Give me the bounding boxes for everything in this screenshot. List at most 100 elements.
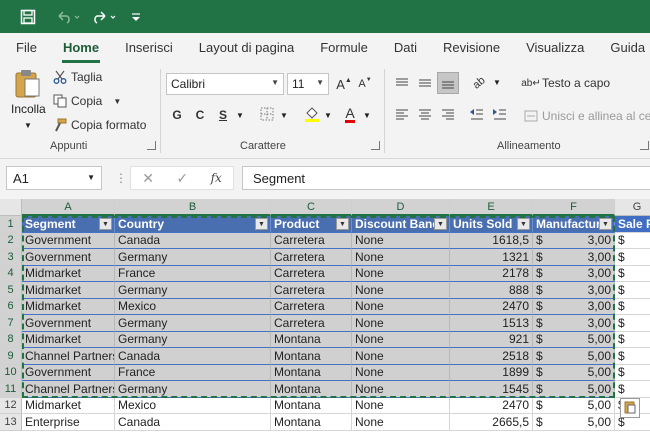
align-top-button[interactable] bbox=[391, 72, 413, 94]
align-right-button[interactable] bbox=[437, 104, 459, 126]
row-header[interactable]: 4 bbox=[0, 265, 22, 282]
table-cell[interactable]: 1899 bbox=[450, 364, 533, 381]
table-cell[interactable]: 921 bbox=[450, 331, 533, 348]
formula-input[interactable]: Segment bbox=[242, 166, 650, 190]
table-cell[interactable]: France bbox=[115, 265, 271, 282]
table-cell[interactable]: 888 bbox=[450, 282, 533, 299]
table-header-cell[interactable]: Segment ▼ bbox=[22, 216, 115, 233]
filter-dropdown-icon[interactable]: ▼ bbox=[434, 218, 447, 230]
table-cell[interactable]: $5,00 bbox=[533, 414, 615, 431]
save-icon[interactable] bbox=[0, 0, 42, 33]
table-cell[interactable]: None bbox=[352, 232, 450, 249]
table-cell[interactable]: 2178 bbox=[450, 265, 533, 282]
column-header-b[interactable]: B bbox=[115, 199, 271, 216]
table-cell[interactable]: Carretera bbox=[271, 232, 352, 249]
table-cell[interactable]: 2665,5 bbox=[450, 414, 533, 431]
table-cell[interactable]: Enterprise bbox=[22, 414, 115, 431]
tab-view[interactable]: Visualizza bbox=[513, 40, 597, 63]
dialog-launcher-icon[interactable] bbox=[371, 141, 380, 150]
filter-dropdown-icon[interactable]: ▼ bbox=[517, 218, 530, 230]
tab-insert[interactable]: Inserisci bbox=[112, 40, 186, 63]
dialog-launcher-icon[interactable] bbox=[147, 141, 156, 150]
table-cell[interactable]: None bbox=[352, 298, 450, 315]
table-cell[interactable]: Canada bbox=[115, 414, 271, 431]
dialog-launcher-icon[interactable] bbox=[640, 141, 649, 150]
table-cell[interactable]: Midmarket bbox=[22, 298, 115, 315]
orientation-button[interactable]: ab bbox=[468, 72, 490, 94]
table-cell[interactable]: 1618,5 bbox=[450, 232, 533, 249]
table-cell[interactable]: None bbox=[352, 265, 450, 282]
column-header-e[interactable]: E bbox=[450, 199, 533, 216]
table-cell[interactable]: Carretera bbox=[271, 249, 352, 266]
table-cell[interactable]: $3,00 bbox=[533, 265, 615, 282]
fill-color-button[interactable] bbox=[301, 104, 323, 126]
column-header-g[interactable]: G bbox=[615, 199, 650, 216]
table-cell[interactable]: Montana bbox=[271, 414, 352, 431]
table-header-cell[interactable]: Units Sold ▼ bbox=[450, 216, 533, 233]
table-cell[interactable]: $ bbox=[615, 381, 650, 398]
table-cell[interactable]: None bbox=[352, 331, 450, 348]
table-cell[interactable]: Government bbox=[22, 249, 115, 266]
table-cell[interactable]: None bbox=[352, 414, 450, 431]
font-size-select[interactable]: 11 ▼ bbox=[287, 73, 329, 95]
align-bottom-button[interactable] bbox=[437, 72, 459, 94]
column-header-d[interactable]: D bbox=[352, 199, 450, 216]
font-color-button[interactable]: A bbox=[339, 104, 361, 126]
table-cell[interactable]: $ bbox=[615, 282, 650, 299]
row-header[interactable]: 11 bbox=[0, 381, 22, 398]
table-cell[interactable]: Montana bbox=[271, 397, 352, 414]
paste-options-button[interactable] bbox=[620, 398, 640, 418]
tab-home[interactable]: Home bbox=[50, 40, 112, 63]
redo-icon[interactable] bbox=[86, 0, 124, 33]
increase-indent-button[interactable] bbox=[489, 104, 511, 126]
table-cell[interactable]: $ bbox=[615, 266, 650, 282]
table-cell[interactable]: 1545 bbox=[450, 381, 533, 398]
tab-formulas[interactable]: Formule bbox=[307, 40, 381, 63]
table-cell[interactable]: $ bbox=[615, 365, 650, 381]
table-cell[interactable]: Channel Partners bbox=[22, 381, 115, 398]
shrink-font-button[interactable]: A ▼ bbox=[354, 73, 376, 95]
table-cell[interactable]: None bbox=[352, 364, 450, 381]
row-header[interactable]: 6 bbox=[0, 298, 22, 315]
wrap-text-button[interactable]: ab↵ Testo a capo bbox=[521, 75, 610, 91]
chevron-down-icon[interactable]: ▼ bbox=[236, 111, 244, 120]
table-cell[interactable]: $ bbox=[615, 315, 650, 332]
table-cell[interactable]: Carretera bbox=[271, 298, 352, 315]
table-cell[interactable]: Canada bbox=[115, 232, 271, 249]
chevron-down-icon[interactable]: ▼ bbox=[363, 111, 371, 120]
align-left-button[interactable] bbox=[391, 104, 413, 126]
table-cell[interactable]: $5,00 bbox=[533, 331, 615, 348]
row-header[interactable]: 3 bbox=[0, 249, 22, 266]
table-cell[interactable]: Montana bbox=[271, 331, 352, 348]
table-cell[interactable]: Government bbox=[22, 315, 115, 332]
table-cell[interactable]: Channel Partners bbox=[22, 348, 115, 365]
table-cell[interactable]: None bbox=[352, 282, 450, 299]
table-cell[interactable]: $3,00 bbox=[533, 232, 615, 249]
tab-page-layout[interactable]: Layout di pagina bbox=[186, 40, 307, 63]
table-cell[interactable]: $ bbox=[615, 249, 650, 266]
table-header-cell[interactable]: Sale P bbox=[615, 216, 650, 233]
table-cell[interactable]: Montana bbox=[271, 364, 352, 381]
column-header-c[interactable]: C bbox=[271, 199, 352, 216]
select-all-corner[interactable] bbox=[0, 199, 22, 216]
table-cell[interactable]: $5,00 bbox=[533, 348, 615, 365]
table-cell[interactable]: Government bbox=[22, 364, 115, 381]
copy-button[interactable]: Copia ▼ bbox=[52, 93, 121, 109]
table-cell[interactable]: Government bbox=[22, 232, 115, 249]
borders-button[interactable] bbox=[256, 104, 278, 126]
align-middle-button[interactable] bbox=[414, 72, 436, 94]
table-cell[interactable]: $3,00 bbox=[533, 315, 615, 332]
customize-icon[interactable] bbox=[124, 0, 148, 33]
table-cell[interactable]: Germany bbox=[115, 331, 271, 348]
table-cell[interactable]: $ bbox=[615, 332, 650, 348]
row-header[interactable]: 5 bbox=[0, 282, 22, 299]
paste-button[interactable]: Incolla ▼ bbox=[8, 69, 48, 135]
chevron-down-icon[interactable]: ▼ bbox=[280, 111, 288, 120]
tab-review[interactable]: Revisione bbox=[430, 40, 513, 63]
table-cell[interactable]: 2518 bbox=[450, 348, 533, 365]
table-cell[interactable]: 1513 bbox=[450, 315, 533, 332]
table-header-cell[interactable]: Country ▼ bbox=[115, 216, 271, 233]
table-cell[interactable]: Montana bbox=[271, 381, 352, 398]
table-cell[interactable]: 1321 bbox=[450, 249, 533, 266]
table-cell[interactable]: None bbox=[352, 397, 450, 414]
